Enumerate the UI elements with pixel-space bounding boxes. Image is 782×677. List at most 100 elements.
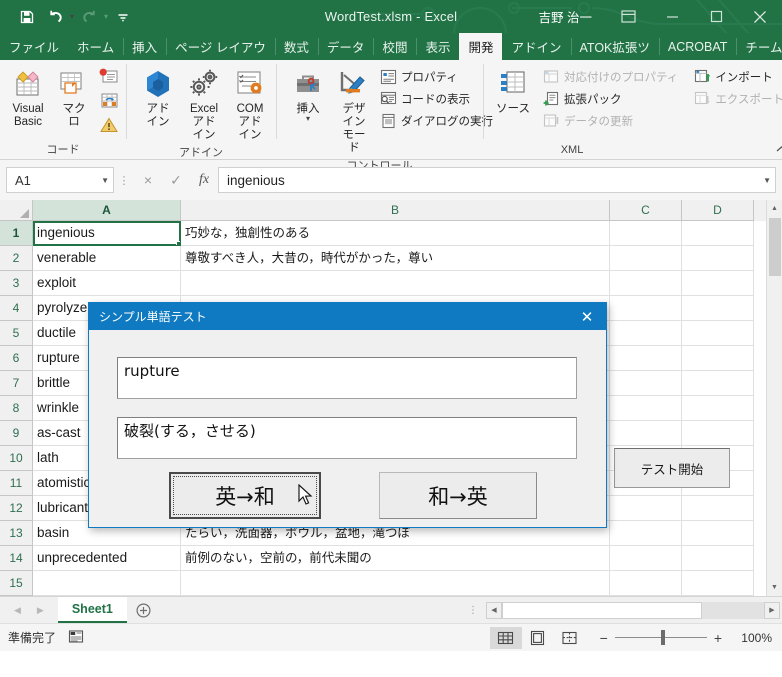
use-relative-references-icon[interactable] [98, 90, 120, 112]
cell-a1[interactable]: ingenious [33, 221, 181, 246]
tab-team[interactable]: チーム [736, 33, 782, 60]
add-ins-button[interactable]: アド イン [136, 64, 180, 131]
scroll-left-icon[interactable]: ◀ [486, 601, 502, 619]
cell-d9[interactable] [682, 421, 754, 446]
name-box[interactable]: A1 ▼ [6, 167, 114, 193]
cancel-formula-icon[interactable]: × [134, 167, 162, 193]
column-header-a[interactable]: A [33, 200, 181, 221]
tab-file[interactable]: ファイル [0, 33, 68, 60]
cell-c15[interactable] [610, 571, 682, 596]
run-dialog-button[interactable]: ダイアログの実行 [378, 110, 497, 131]
expand-formula-bar-icon[interactable]: ▼ [763, 176, 771, 185]
cell-c6[interactable] [610, 346, 682, 371]
horizontal-scroll-thumb[interactable] [502, 601, 702, 619]
record-macro-icon[interactable] [98, 66, 120, 88]
zoom-out-button[interactable]: − [600, 631, 608, 645]
row-header[interactable]: 7 [0, 371, 33, 396]
vertical-scrollbar[interactable]: ▲ ▼ [766, 200, 782, 596]
cell-c3[interactable] [610, 271, 682, 296]
cell-d5[interactable] [682, 321, 754, 346]
properties-button[interactable]: プロパティ [378, 66, 497, 87]
vertical-scroll-thumb[interactable] [768, 218, 781, 276]
row-header[interactable]: 14 [0, 546, 33, 571]
account-name[interactable]: 吉野 治一 [539, 7, 606, 26]
close-icon[interactable] [738, 0, 782, 33]
row-header[interactable]: 9 [0, 421, 33, 446]
row-header[interactable]: 5 [0, 321, 33, 346]
tab-page-layout[interactable]: ページ レイアウ [166, 33, 275, 60]
row-header[interactable]: 10 [0, 446, 33, 471]
column-header-d[interactable]: D [682, 200, 754, 221]
cell-b15[interactable] [181, 571, 610, 596]
select-all-corner[interactable] [0, 200, 33, 221]
cell-a3[interactable]: exploit [33, 271, 181, 296]
previous-sheet-icon[interactable]: ◀ [14, 605, 21, 616]
insert-control-caret-icon[interactable]: ▾ [306, 114, 310, 122]
row-header[interactable]: 8 [0, 396, 33, 421]
horizontal-scrollbar[interactable]: ◀ ▶ [484, 597, 782, 623]
import-button[interactable]: インポート [692, 66, 782, 87]
normal-view-button[interactable] [489, 626, 522, 649]
scroll-split-grip[interactable]: ⋮ [462, 597, 484, 623]
cell-d6[interactable] [682, 346, 754, 371]
horizontal-scroll-track[interactable] [702, 601, 764, 619]
insert-control-button[interactable]: 挿入 ▾ [286, 64, 330, 124]
insert-function-icon[interactable]: fx [190, 167, 218, 193]
cell-d8[interactable] [682, 396, 754, 421]
next-sheet-icon[interactable]: ▶ [37, 605, 44, 616]
cell-b1[interactable]: 巧妙な，独創性のある [181, 221, 610, 246]
visual-basic-button[interactable]: Visual Basic [6, 64, 50, 131]
add-sheet-icon[interactable] [127, 597, 161, 623]
cell-d12[interactable] [682, 496, 754, 521]
cell-c9[interactable] [610, 421, 682, 446]
zoom-slider-track[interactable] [614, 630, 707, 645]
maximize-icon[interactable] [694, 0, 738, 33]
word-field[interactable]: rupture [117, 357, 577, 399]
cell-a15[interactable] [33, 571, 181, 596]
cell-b2[interactable]: 尊敬すべき人，大昔の，時代がかった，尊い [181, 246, 610, 271]
cell-b3[interactable] [181, 271, 610, 296]
com-add-ins-button[interactable]: COM アドイン [228, 64, 272, 144]
cell-d13[interactable] [682, 521, 754, 546]
collapse-ribbon-icon[interactable] [774, 141, 782, 157]
source-button[interactable]: ソース [491, 64, 535, 118]
cell-c2[interactable] [610, 246, 682, 271]
cell-d1[interactable] [682, 221, 754, 246]
enter-formula-icon[interactable]: ✓ [162, 167, 190, 193]
tab-home[interactable]: ホーム [68, 33, 123, 60]
zoom-in-button[interactable]: + [714, 631, 722, 645]
row-header[interactable]: 13 [0, 521, 33, 546]
scroll-up-icon[interactable]: ▲ [766, 200, 782, 217]
column-header-c[interactable]: C [610, 200, 682, 221]
cell-a14[interactable]: unprecedented [33, 546, 181, 571]
row-header[interactable]: 6 [0, 346, 33, 371]
design-mode-button[interactable]: デザイン モード [332, 64, 376, 157]
ribbon-tabs[interactable]: ファイル ホーム 挿入 ページ レイアウ 数式 データ 校閲 表示 開発 アドイ… [0, 33, 782, 60]
tab-data[interactable]: データ [317, 33, 374, 60]
zoom-slider-thumb[interactable] [660, 630, 665, 645]
row-header[interactable]: 11 [0, 471, 33, 496]
sheet-tab-sheet1[interactable]: Sheet1 [57, 597, 127, 623]
tab-view[interactable]: 表示 [416, 33, 459, 60]
row-header[interactable]: 15 [0, 571, 33, 596]
expansion-packs-button[interactable]: 拡張パック [541, 88, 682, 109]
cell-a2[interactable]: venerable [33, 246, 181, 271]
zoom-level-label[interactable]: 100% [730, 631, 772, 645]
cell-d15[interactable] [682, 571, 754, 596]
sheet-nav-arrows[interactable]: ◀ ▶ [0, 597, 58, 623]
macros-button[interactable]: マクロ [52, 64, 96, 131]
scroll-down-icon[interactable]: ▼ [766, 579, 782, 596]
cell-c4[interactable] [610, 296, 682, 321]
row-header[interactable]: 4 [0, 296, 33, 321]
dialog-title-bar[interactable]: シンプル単語テスト ✕ [89, 303, 606, 330]
meaning-field[interactable]: 破裂(する，させる) [117, 417, 577, 459]
cell-d3[interactable] [682, 271, 754, 296]
cell-d7[interactable] [682, 371, 754, 396]
japanese-to-english-button[interactable]: 和→英 [379, 472, 537, 519]
cell-c14[interactable] [610, 546, 682, 571]
name-box-caret-icon[interactable]: ▼ [101, 176, 109, 185]
row-header[interactable]: 1 [0, 221, 33, 246]
tab-insert[interactable]: 挿入 [123, 33, 166, 60]
accessibility-checker-icon[interactable] [68, 629, 84, 647]
zoom-slider[interactable]: − + [586, 630, 730, 645]
